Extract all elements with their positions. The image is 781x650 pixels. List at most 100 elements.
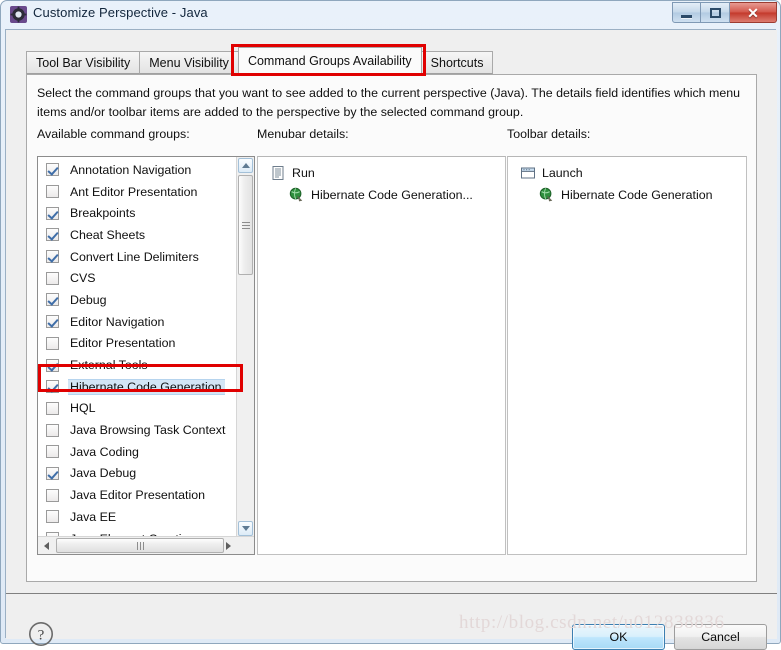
available-command-groups-list[interactable]: Annotation Navigation Ant Editor Presenta…: [37, 156, 255, 555]
window-title: Customize Perspective - Java: [33, 5, 208, 20]
command-group-row[interactable]: Java Browsing Task Context: [38, 419, 236, 441]
tab-label: Tool Bar Visibility: [36, 55, 131, 70]
vertical-scroll-thumb[interactable]: [238, 175, 253, 275]
minimize-icon: [681, 14, 692, 18]
checkbox-checked-icon[interactable]: [46, 163, 59, 177]
command-group-row[interactable]: HQL: [38, 398, 236, 420]
chevron-left-icon: [44, 541, 49, 550]
watermark-text: http://blog.csdn.net/u012838836: [459, 612, 725, 633]
command-group-row[interactable]: CVS: [38, 267, 236, 289]
command-group-row[interactable]: Annotation Navigation: [38, 159, 236, 181]
command-group-row[interactable]: Hibernate Code Generation: [38, 376, 236, 398]
command-group-row[interactable]: Editor Navigation: [38, 311, 236, 333]
tab-label: Menu Visibility: [149, 55, 229, 70]
checkbox-checked-icon[interactable]: [46, 358, 59, 372]
checkbox-unchecked-icon[interactable]: [46, 510, 59, 524]
tab-menu-visibility[interactable]: Menu Visibility: [139, 51, 239, 74]
window-titlebar[interactable]: Customize Perspective - Java ✕: [1, 1, 781, 29]
maximize-icon: [709, 7, 721, 18]
scroll-up-button[interactable]: [238, 158, 253, 173]
scroll-grip-icon: [136, 541, 144, 550]
command-group-row[interactable]: Editor Presentation: [38, 333, 236, 355]
perspective-gear-icon: [10, 6, 27, 23]
tab-label: Command Groups Availability: [247, 53, 412, 68]
scroll-right-button[interactable]: [221, 538, 236, 553]
close-button[interactable]: ✕: [730, 2, 777, 23]
menu-document-icon: [270, 165, 286, 181]
checkbox-checked-icon[interactable]: [46, 466, 59, 480]
checkbox-unchecked-icon[interactable]: [46, 401, 59, 415]
tab-shortcuts[interactable]: Shortcuts: [420, 51, 494, 74]
command-group-label: Ant Editor Presentation: [70, 184, 198, 199]
window-controls: ✕: [672, 2, 777, 23]
command-groups-panel: Select the command groups that you want …: [26, 74, 757, 582]
command-group-row[interactable]: Debug: [38, 289, 236, 311]
toolbar-details-label: Toolbar details:: [507, 127, 591, 141]
checkbox-unchecked-icon[interactable]: [46, 185, 59, 199]
footer-separator: [6, 593, 777, 594]
scroll-down-button[interactable]: [238, 521, 253, 536]
customize-perspective-window: Customize Perspective - Java ✕ Tool Bar …: [0, 0, 781, 650]
command-group-label: Java Browsing Task Context: [70, 423, 226, 438]
tree-row[interactable]: Hibernate Code Generation...: [258, 184, 505, 206]
command-group-row[interactable]: Breakpoints: [38, 202, 236, 224]
command-group-row[interactable]: Java Debug: [38, 463, 236, 485]
checkbox-checked-icon[interactable]: [46, 250, 59, 264]
checkbox-checked-icon[interactable]: [46, 206, 59, 220]
menubar-details-label: Menubar details:: [257, 127, 349, 141]
checkbox-checked-icon[interactable]: [46, 380, 59, 394]
dialog-content: Tool Bar Visibility Menu Visibility Comm…: [6, 30, 777, 650]
command-group-row[interactable]: External Tools: [38, 354, 236, 376]
checkbox-unchecked-icon[interactable]: [46, 488, 59, 502]
command-group-row[interactable]: Ant Editor Presentation: [38, 181, 236, 203]
panel-description: Select the command groups that you want …: [37, 86, 740, 119]
command-group-row[interactable]: Java Editor Presentation: [38, 484, 236, 506]
svg-text:?: ?: [38, 627, 45, 643]
tab-tool-bar-visibility[interactable]: Tool Bar Visibility: [26, 51, 141, 74]
tree-row[interactable]: Run: [258, 162, 505, 184]
checkbox-checked-icon[interactable]: [46, 228, 59, 242]
checkbox-unchecked-icon[interactable]: [46, 336, 59, 350]
tab-strip: Tool Bar Visibility Menu Visibility Comm…: [26, 47, 494, 74]
tab-label: Shortcuts: [430, 55, 484, 70]
command-group-label: Cheat Sheets: [70, 227, 146, 242]
chevron-right-icon: [226, 541, 231, 550]
command-group-row[interactable]: Java EE: [38, 506, 236, 528]
help-icon[interactable]: ?: [28, 621, 54, 647]
tree-row[interactable]: Launch: [508, 162, 746, 184]
tree-row-label: Hibernate Code Generation...: [311, 188, 473, 202]
command-group-label: Convert Line Delimiters: [70, 249, 199, 264]
menubar-details-list[interactable]: Run Hibernate Code Generation...: [257, 156, 506, 555]
minimize-button[interactable]: [672, 2, 701, 23]
maximize-button[interactable]: [701, 2, 730, 23]
hibernate-globe-icon: [539, 187, 555, 203]
command-group-label: Breakpoints: [70, 206, 136, 221]
checkbox-unchecked-icon[interactable]: [46, 423, 59, 437]
command-group-label: Debug: [70, 292, 107, 307]
command-group-label: CVS: [70, 271, 96, 286]
command-group-label: Java Coding: [70, 444, 139, 459]
available-list-horizontal-scrollbar[interactable]: [38, 536, 254, 554]
scroll-grip-icon: [241, 221, 250, 229]
command-group-label: External Tools: [70, 358, 148, 373]
command-group-label: Editor Navigation: [70, 314, 165, 329]
scroll-left-button[interactable]: [39, 538, 54, 553]
command-group-row[interactable]: Convert Line Delimiters: [38, 246, 236, 268]
tree-row[interactable]: Hibernate Code Generation: [508, 184, 746, 206]
chevron-down-icon: [241, 526, 250, 531]
command-group-label: Java Debug: [70, 466, 137, 481]
tree-row-label: Run: [292, 166, 315, 180]
checkbox-checked-icon[interactable]: [46, 293, 59, 307]
available-list-vertical-scrollbar[interactable]: [236, 157, 254, 554]
checkbox-checked-icon[interactable]: [46, 315, 59, 329]
close-icon: ✕: [747, 4, 759, 21]
checkbox-unchecked-icon[interactable]: [46, 271, 59, 285]
toolbar-details-list[interactable]: Launch Hibernate Code Generation: [507, 156, 747, 555]
tab-command-groups-availability[interactable]: Command Groups Availability: [237, 47, 422, 74]
command-group-row[interactable]: Cheat Sheets: [38, 224, 236, 246]
horizontal-scroll-thumb[interactable]: [56, 538, 224, 553]
command-group-label: Annotation Navigation: [70, 162, 192, 177]
checkbox-unchecked-icon[interactable]: [46, 445, 59, 459]
command-group-row[interactable]: Java Coding: [38, 441, 236, 463]
command-group-label: Hibernate Code Generation: [68, 378, 225, 395]
